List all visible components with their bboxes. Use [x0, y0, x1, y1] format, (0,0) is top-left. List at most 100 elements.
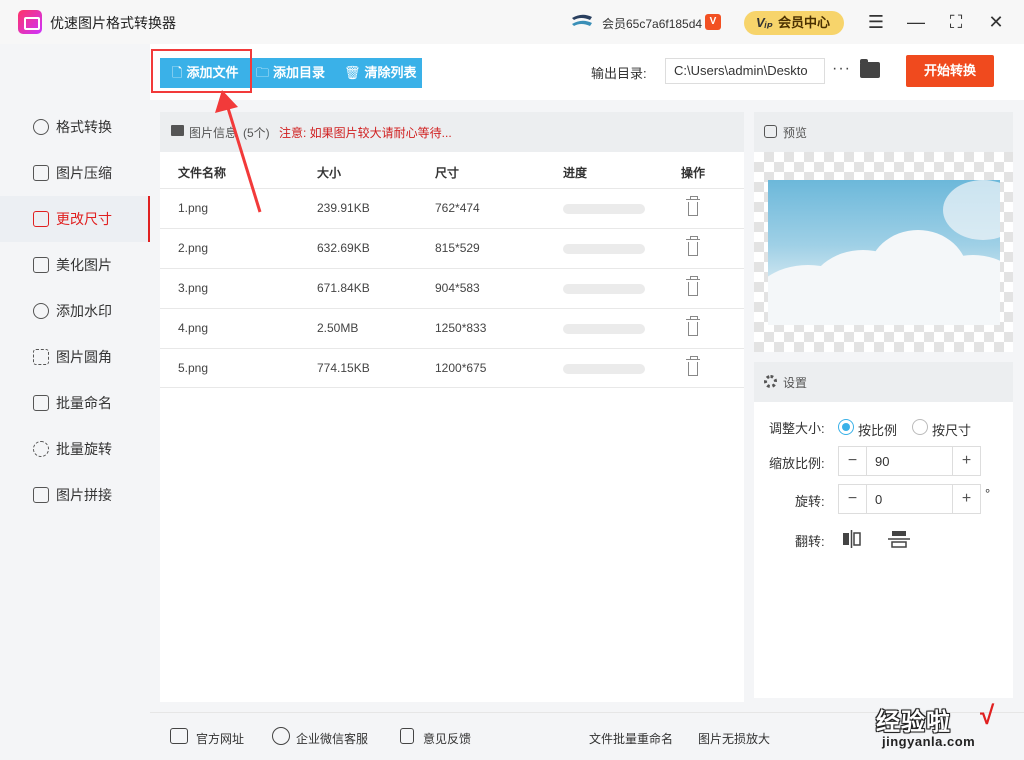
delete-row-icon[interactable]: [686, 276, 700, 297]
col-header-size: 大小: [317, 166, 342, 180]
beautify-icon: [33, 257, 49, 273]
progress-bar: [563, 244, 645, 254]
file-name: 3.png: [178, 281, 209, 295]
scale-increase-button[interactable]: +: [952, 447, 980, 475]
delete-row-icon[interactable]: [686, 356, 700, 377]
app-logo-icon: [18, 10, 42, 34]
watermark-check-icon: √: [980, 700, 995, 730]
resize-icon: [33, 211, 49, 227]
file-list-panel: 图片信息 (5个) 注意: 如果图片较大请耐心等待... 文件名称 大小 尺寸 …: [160, 112, 744, 702]
table-row[interactable]: 2.png 632.69KB 815*529: [160, 228, 744, 268]
website-link[interactable]: 官方网址: [196, 730, 244, 747]
progress-bar: [563, 364, 645, 374]
by-ratio-label[interactable]: 按比例: [858, 420, 897, 439]
sidebar-item-label: 图片压缩: [56, 165, 112, 181]
close-button[interactable]: ✕: [984, 10, 1008, 34]
by-size-label[interactable]: 按尺寸: [932, 420, 971, 439]
member-id: 会员65c7a6f185d4: [602, 17, 703, 31]
maximize-button[interactable]: ⛶: [944, 10, 968, 34]
sidebar-item-label: 图片圆角: [56, 349, 112, 365]
website-icon: [170, 728, 188, 744]
minimize-button[interactable]: —: [904, 10, 928, 34]
rotate-increase-button[interactable]: +: [952, 485, 980, 513]
sidebar-item-beautify[interactable]: 美化图片: [0, 242, 150, 288]
sidebar-item-watermark[interactable]: 添加水印: [0, 288, 150, 334]
wechat-service-link[interactable]: 企业微信客服: [296, 730, 368, 747]
col-header-action: 操作: [681, 166, 706, 180]
file-name: 1.png: [178, 201, 209, 215]
scale-label: 缩放比例:: [769, 456, 825, 471]
sidebar-item-round-corner[interactable]: 图片圆角: [0, 334, 150, 380]
start-convert-button[interactable]: 开始转换: [906, 55, 994, 87]
table-row[interactable]: 4.png 2.50MB 1250*833: [160, 308, 744, 348]
rename-icon: [33, 395, 49, 411]
file-name: 4.png: [178, 321, 209, 335]
output-dir-label: 输出目录:: [591, 66, 647, 81]
sidebar-item-label: 美化图片: [56, 257, 112, 273]
file-dimensions: 762*474: [435, 201, 480, 215]
flip-label: 翻转:: [795, 534, 825, 549]
sidebar-item-rename[interactable]: 批量命名: [0, 380, 150, 426]
settings-header: 设置: [754, 362, 1013, 402]
flip-vertical-icon[interactable]: [888, 530, 910, 548]
add-folder-label: 添加目录: [273, 65, 326, 80]
by-size-radio[interactable]: [912, 419, 928, 435]
watermark-text-cn: 经验啦: [876, 709, 951, 736]
site-watermark: 经验啦 √ jingyanla.com: [868, 700, 1018, 756]
open-folder-icon[interactable]: [860, 59, 880, 78]
table-row[interactable]: 3.png 671.84KB 904*583: [160, 268, 744, 308]
scale-decrease-button[interactable]: −: [839, 447, 867, 475]
scale-stepper[interactable]: − 90 +: [838, 446, 981, 476]
clear-list-button[interactable]: 🗑 清除列表: [332, 58, 422, 88]
sidebar-item-label: 图片拼接: [56, 487, 112, 503]
file-count: (5个): [243, 126, 270, 140]
file-list-note: 注意: 如果图片较大请耐心等待...: [279, 126, 452, 140]
preview-panel: 预览: [754, 112, 1013, 352]
sidebar-item-rotate[interactable]: 批量旋转: [0, 426, 150, 472]
vip-center-button[interactable]: Vᵢₚ 会员中心: [744, 11, 844, 35]
preview-icon: [764, 125, 777, 138]
sidebar-item-label: 格式转换: [56, 119, 112, 135]
output-dir-field[interactable]: C:\Users\admin\Deskto: [665, 58, 825, 84]
sidebar-item-resize[interactable]: 更改尺寸: [0, 196, 150, 242]
delete-row-icon[interactable]: [686, 316, 700, 337]
title-bar: 优速图片格式转换器 会员65c7a6f185d4 V Vᵢₚ 会员中心 ☰ — …: [0, 0, 1024, 44]
file-size: 239.91KB: [317, 201, 370, 215]
delete-row-icon[interactable]: [686, 196, 700, 217]
compress-icon: [33, 165, 49, 181]
rotate-stepper[interactable]: − 0 +: [838, 484, 981, 514]
settings-panel: 设置 调整大小: 按比例 按尺寸 缩放比例: − 90 + 旋转: − 0 + …: [754, 362, 1013, 698]
more-options-button[interactable]: ···: [832, 60, 851, 78]
delete-row-icon[interactable]: [686, 236, 700, 257]
sidebar-item-format-convert[interactable]: 格式转换: [0, 104, 150, 150]
file-dimensions: 904*583: [435, 281, 480, 295]
table-row[interactable]: 1.png 239.91KB 762*474: [160, 188, 744, 228]
flip-horizontal-icon[interactable]: [841, 530, 863, 548]
scale-input[interactable]: 90: [875, 454, 889, 469]
batch-rename-link[interactable]: 文件批量重命名: [589, 730, 673, 747]
file-size: 774.15KB: [317, 361, 370, 375]
settings-title: 设置: [783, 376, 808, 390]
vip-center-label: 会员中心: [778, 15, 831, 30]
trash-small-icon: 🗑: [344, 65, 361, 80]
menu-button[interactable]: ☰: [864, 10, 888, 34]
file-name: 5.png: [178, 361, 209, 375]
preview-header: 预览: [754, 112, 1013, 152]
col-header-name: 文件名称: [178, 166, 227, 180]
sidebar-item-label: 添加水印: [56, 303, 112, 319]
by-ratio-radio[interactable]: [838, 419, 854, 435]
rotate-decrease-button[interactable]: −: [839, 485, 867, 513]
rotate-icon: [33, 441, 49, 457]
round-corner-icon: [33, 349, 49, 365]
sidebar-item-stitch[interactable]: 图片拼接: [0, 472, 150, 518]
preview-title: 预览: [783, 126, 808, 140]
rotate-label: 旋转:: [795, 494, 825, 509]
lossless-enlarge-link[interactable]: 图片无损放大: [698, 730, 770, 747]
rotate-input[interactable]: 0: [875, 492, 882, 507]
file-list-title: 图片信息: [189, 126, 238, 140]
sidebar-item-label: 批量命名: [56, 395, 112, 411]
feedback-link[interactable]: 意见反馈: [423, 730, 471, 747]
sidebar-item-compress[interactable]: 图片压缩: [0, 150, 150, 196]
table-row[interactable]: 5.png 774.15KB 1200*675: [160, 348, 744, 388]
add-folder-button[interactable]: 🗀 添加目录: [246, 58, 332, 88]
